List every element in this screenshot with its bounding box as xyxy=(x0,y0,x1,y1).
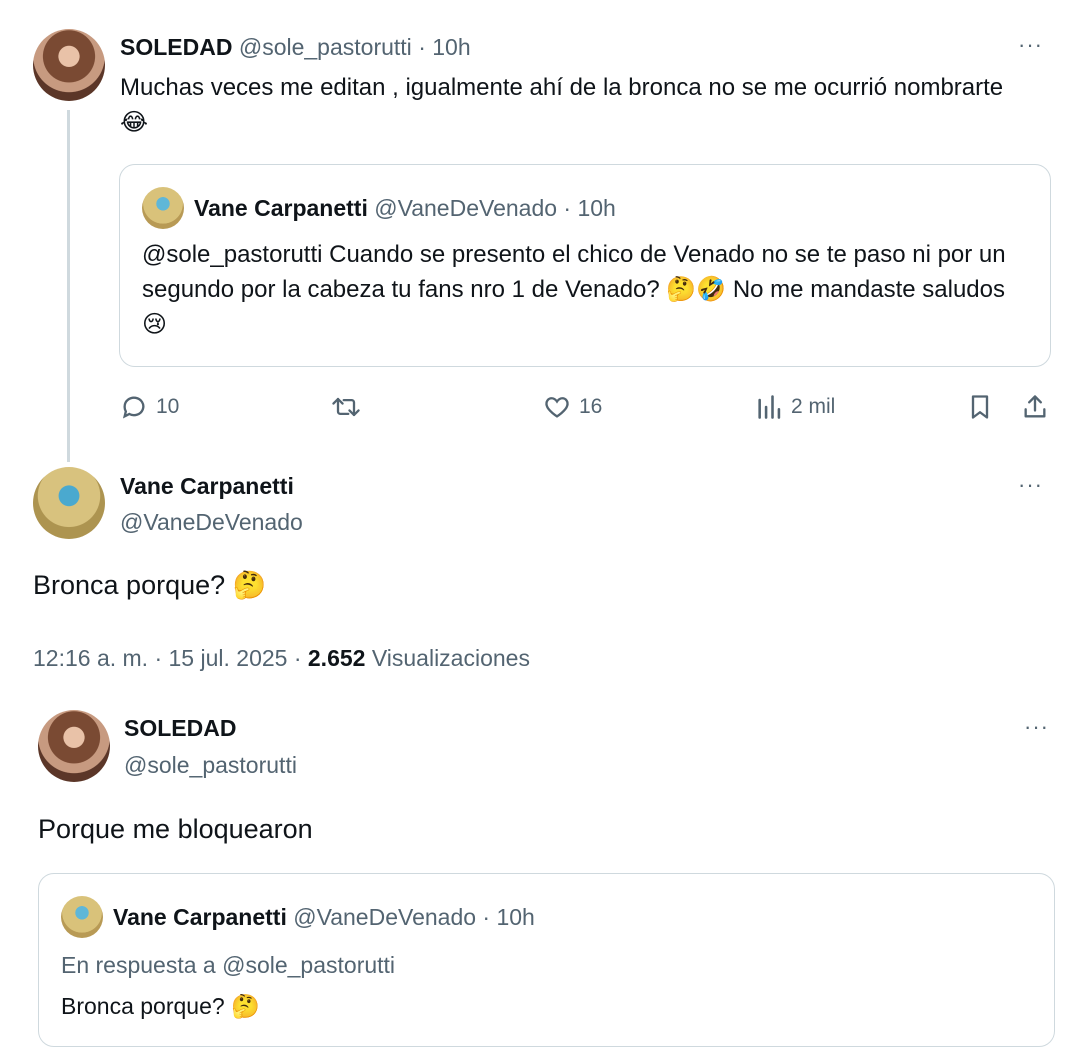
avatar-vane[interactable] xyxy=(33,467,105,539)
quoted-tweet[interactable]: Vane Carpanetti @VaneDeVenado · 10h @sol… xyxy=(119,164,1051,367)
view-count: 2.652 xyxy=(307,645,366,671)
like-button[interactable]: 16 xyxy=(543,393,602,421)
tweet-time[interactable]: · 10h xyxy=(418,34,470,60)
tweet-text: Bronca porque? 🤔 xyxy=(33,570,267,600)
author-handle[interactable]: @sole_pastorutti xyxy=(124,751,297,779)
tweet-timestamp[interactable]: 12:16 a. m. · 15 jul. 2025 · xyxy=(33,645,302,671)
quote-text: @sole_pastorutti Cuando se presento el c… xyxy=(142,241,1006,338)
views-button[interactable]: 2 mil xyxy=(755,393,835,421)
views-count: 2 mil xyxy=(791,395,836,418)
quote-header: Vane Carpanetti @VaneDeVenado · 10h xyxy=(113,903,535,931)
reply-button[interactable]: 10 xyxy=(120,393,179,421)
author-name[interactable]: Vane Carpanetti xyxy=(120,472,294,500)
author-handle[interactable]: @VaneDeVenado xyxy=(120,508,303,536)
reply-icon xyxy=(122,396,145,419)
quote-time: · 10h xyxy=(482,904,535,930)
reply-context: En respuesta a @sole_pastorutti xyxy=(61,952,396,978)
bookmark-button[interactable] xyxy=(966,393,994,421)
tweet-text: Porque me bloquearon xyxy=(38,814,313,844)
reply-count: 10 xyxy=(156,395,180,418)
quote-time: · 10h xyxy=(563,195,616,221)
author-name[interactable]: SOLEDAD xyxy=(120,34,232,60)
views-label: Visualizaciones xyxy=(371,645,530,671)
quoted-tweet[interactable]: Vane Carpanetti @VaneDeVenado · 10h En r… xyxy=(38,873,1055,1047)
thread-line xyxy=(67,110,70,462)
quote-author-name: Vane Carpanetti xyxy=(113,904,287,930)
avatar-vane xyxy=(61,896,103,938)
quote-author-handle: @VaneDeVenado xyxy=(374,195,558,221)
avatar-soledad[interactable] xyxy=(38,710,110,782)
tweet-header: SOLEDAD @sole_pastorutti · 10h xyxy=(120,33,471,61)
heart-icon xyxy=(545,397,569,418)
author-handle[interactable]: @sole_pastorutti xyxy=(239,34,412,60)
share-icon xyxy=(1024,395,1046,418)
share-button[interactable] xyxy=(1021,393,1049,421)
quote-author-name: Vane Carpanetti xyxy=(194,195,368,221)
views-icon xyxy=(758,395,781,419)
like-count: 16 xyxy=(579,395,603,418)
more-dots-icon[interactable]: ··· xyxy=(1018,474,1043,496)
retweet-icon xyxy=(332,397,360,417)
avatar-vane xyxy=(142,187,184,229)
tweet-text: Muchas veces me editan , igualmente ahí … xyxy=(120,74,1004,136)
quote-header: Vane Carpanetti @VaneDeVenado · 10h xyxy=(194,194,616,222)
more-dots-icon[interactable]: ··· xyxy=(1018,34,1043,56)
more-dots-icon[interactable]: ··· xyxy=(1024,716,1049,738)
tweet-meta: 12:16 a. m. · 15 jul. 2025 · 2.652 Visua… xyxy=(33,643,530,673)
quote-author-handle: @VaneDeVenado xyxy=(293,904,477,930)
author-name[interactable]: SOLEDAD xyxy=(124,714,236,742)
quote-text: Bronca porque? 🤔 xyxy=(61,993,260,1019)
avatar-soledad[interactable] xyxy=(33,29,105,101)
bookmark-icon xyxy=(971,395,989,419)
retweet-button[interactable] xyxy=(330,393,362,421)
